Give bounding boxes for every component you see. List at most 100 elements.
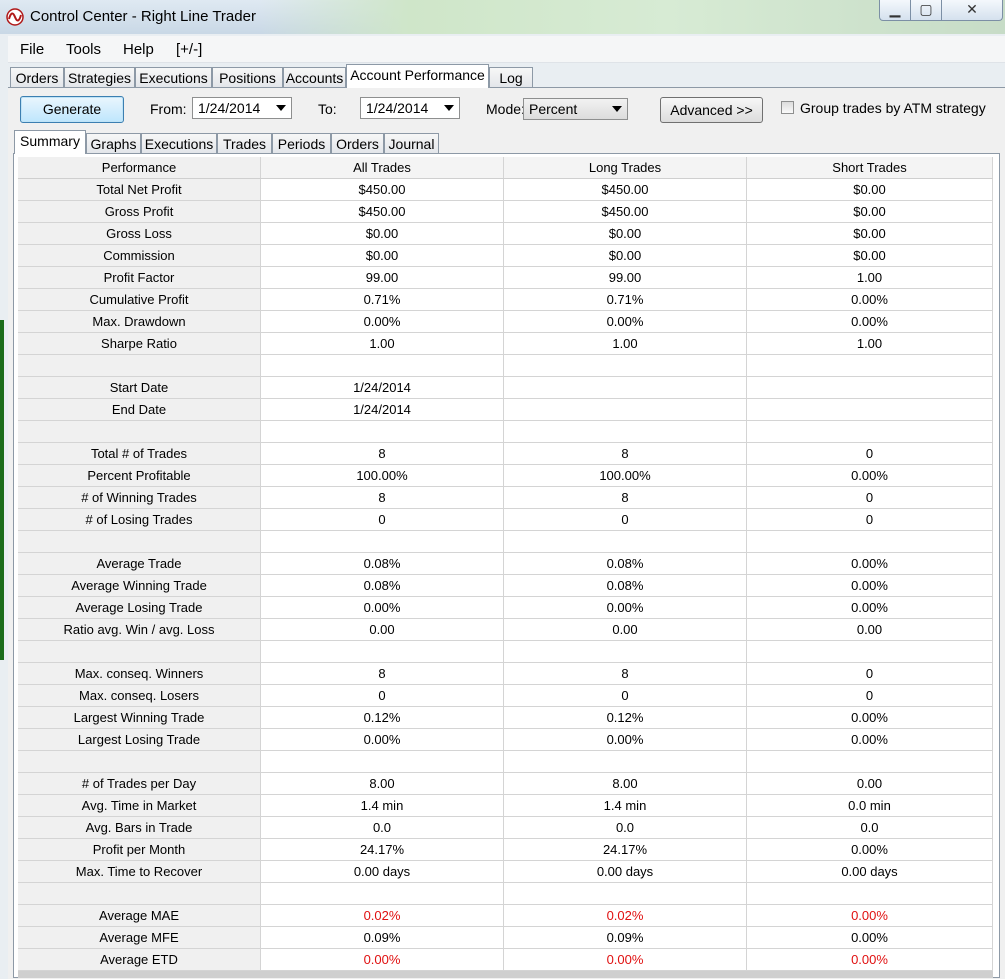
minimize-button[interactable]: ▁ <box>879 0 911 21</box>
row-value: $0.00 <box>261 223 504 244</box>
mode-label: Mode: <box>486 101 525 117</box>
row-value: 0.02% <box>261 905 504 926</box>
table-row: Average Trade 0.08% 0.08% 0.00% <box>18 553 993 575</box>
table-row: Max. conseq. Losers 0 0 0 <box>18 685 993 707</box>
tab-graphs[interactable]: Graphs <box>86 133 141 153</box>
row-value: 0.00% <box>747 575 993 596</box>
tab-journal[interactable]: Journal <box>384 133 439 153</box>
row-value: 0.00% <box>747 289 993 310</box>
row-value: 0.08% <box>261 575 504 596</box>
main-tab-strip: Orders Strategies Executions Positions A… <box>8 64 1005 88</box>
row-label: Max. Drawdown <box>18 311 261 332</box>
tab-orders-sub[interactable]: Orders <box>331 133 384 153</box>
row-value <box>504 641 747 662</box>
row-value: 1/24/2014 <box>261 377 504 398</box>
row-value: $0.00 <box>747 201 993 222</box>
row-label: Percent Profitable <box>18 465 261 486</box>
menu-help[interactable]: Help <box>123 41 154 58</box>
row-value <box>504 377 747 398</box>
row-value: 1.4 min <box>261 795 504 816</box>
table-row: # of Trades per Day 8.00 8.00 0.00 <box>18 773 993 795</box>
maximize-button[interactable]: ▢ <box>910 0 942 21</box>
row-value: 0.0 <box>747 817 993 838</box>
row-value: 1.4 min <box>504 795 747 816</box>
tab-account-performance[interactable]: Account Performance <box>346 64 489 88</box>
group-trades-label: Group trades by ATM strategy <box>800 100 986 116</box>
row-value <box>747 399 993 420</box>
performance-summary-table: Performance All Trades Long Trades Short… <box>18 157 993 971</box>
row-value: 0.00 <box>747 619 993 640</box>
from-date-picker[interactable]: 1/24/2014 <box>192 97 292 119</box>
row-label <box>18 531 261 552</box>
menu-tools[interactable]: Tools <box>66 41 101 58</box>
table-row: Ratio avg. Win / avg. Loss 0.00 0.00 0.00 <box>18 619 993 641</box>
tab-positions[interactable]: Positions <box>212 67 283 87</box>
row-value <box>261 421 504 442</box>
row-value: 0.00% <box>261 949 504 970</box>
close-button[interactable]: ✕ <box>941 0 1003 21</box>
tab-orders[interactable]: Orders <box>10 67 64 87</box>
chevron-down-icon <box>276 105 286 111</box>
row-label: Avg. Bars in Trade <box>18 817 261 838</box>
table-body: Total Net Profit $450.00 $450.00 $0.00 Gross… <box>18 179 993 971</box>
menu-file[interactable]: File <box>20 41 44 58</box>
row-value: 0 <box>261 509 504 530</box>
tab-executions[interactable]: Executions <box>135 67 212 87</box>
row-value <box>504 399 747 420</box>
tab-trades[interactable]: Trades <box>217 133 272 153</box>
tab-summary[interactable]: Summary <box>14 130 86 154</box>
row-label <box>18 641 261 662</box>
row-value: 0 <box>504 685 747 706</box>
row-label: Max. Time to Recover <box>18 861 261 882</box>
row-value: 0 <box>747 663 993 684</box>
table-row <box>18 751 993 773</box>
row-value <box>747 883 993 904</box>
menu-bar: File Tools Help [+/-] <box>8 36 1005 63</box>
row-value: 0.12% <box>261 707 504 728</box>
table-row: Largest Winning Trade 0.12% 0.12% 0.00% <box>18 707 993 729</box>
row-value: 0.71% <box>261 289 504 310</box>
row-value: 8 <box>504 487 747 508</box>
row-label: Average ETD <box>18 949 261 970</box>
table-row: Avg. Time in Market 1.4 min 1.4 min 0.0 min <box>18 795 993 817</box>
from-label: From: <box>150 101 187 117</box>
table-row: Gross Profit $450.00 $450.00 $0.00 <box>18 201 993 223</box>
row-value: 0.00% <box>261 597 504 618</box>
title-bar: Control Center - Right Line Trader ▁ ▢ ✕ <box>0 0 1005 34</box>
row-value: $450.00 <box>261 201 504 222</box>
row-value: 1.00 <box>504 333 747 354</box>
table-header-row: Performance All Trades Long Trades Short… <box>18 157 993 179</box>
tab-periods[interactable]: Periods <box>272 133 331 153</box>
menu-expand-toggle[interactable]: [+/-] <box>176 41 202 58</box>
row-value: 8 <box>261 487 504 508</box>
advanced-button[interactable]: Advanced >> <box>660 97 763 123</box>
row-label: Gross Profit <box>18 201 261 222</box>
mode-value: Percent <box>529 101 578 117</box>
row-label: Profit per Month <box>18 839 261 860</box>
table-row: Largest Losing Trade 0.00% 0.00% 0.00% <box>18 729 993 751</box>
tab-executions-sub[interactable]: Executions <box>141 133 217 153</box>
table-row: Cumulative Profit 0.71% 0.71% 0.00% <box>18 289 993 311</box>
row-value: 0 <box>747 685 993 706</box>
row-value <box>747 751 993 772</box>
row-label: Gross Loss <box>18 223 261 244</box>
mode-select[interactable]: Percent <box>523 98 628 120</box>
row-value: 0.0 min <box>747 795 993 816</box>
row-label <box>18 883 261 904</box>
row-value: 0.09% <box>504 927 747 948</box>
generate-button[interactable]: Generate <box>20 96 124 123</box>
row-value: 0 <box>261 685 504 706</box>
row-value: 0.00% <box>747 707 993 728</box>
group-trades-checkbox[interactable] <box>781 101 794 114</box>
column-header: Performance <box>18 157 261 178</box>
row-label: Largest Winning Trade <box>18 707 261 728</box>
tab-strategies[interactable]: Strategies <box>64 67 135 87</box>
tab-accounts[interactable]: Accounts <box>283 67 346 87</box>
row-value: 0.00% <box>747 839 993 860</box>
row-value: $0.00 <box>747 179 993 200</box>
row-value <box>504 751 747 772</box>
tab-log[interactable]: Log <box>489 67 533 87</box>
row-value: 0.00% <box>504 949 747 970</box>
to-date-picker[interactable]: 1/24/2014 <box>360 97 460 119</box>
table-row: Max. conseq. Winners 8 8 0 <box>18 663 993 685</box>
